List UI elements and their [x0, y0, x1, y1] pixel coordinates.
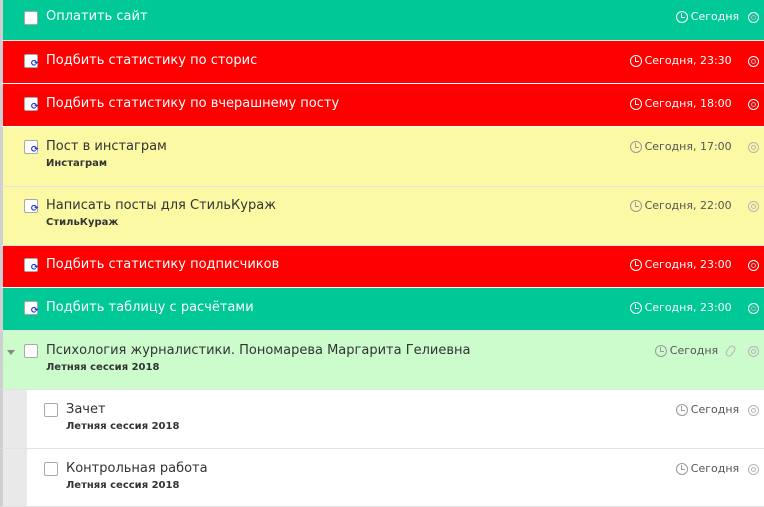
- task-title[interactable]: Подбить таблицу с расчётами: [46, 300, 254, 315]
- repeat-icon: ⟳: [31, 145, 39, 155]
- repeat-icon: ⟳: [31, 204, 39, 214]
- task-project: Летняя сессия 2018: [66, 480, 180, 491]
- task-list: Оплатить сайт Сегодня ⟳ Подбить статисти…: [0, 0, 764, 507]
- due-date[interactable]: Сегодня: [691, 10, 739, 23]
- task-project: Летняя сессия 2018: [46, 362, 160, 373]
- clock-icon: [629, 302, 642, 314]
- task-project: Летняя сессия 2018: [66, 421, 180, 432]
- due-date[interactable]: Сегодня, 18:00: [645, 97, 732, 110]
- target-icon[interactable]: [748, 201, 759, 212]
- repeat-icon: ⟳: [31, 263, 39, 273]
- due-date[interactable]: Сегодня: [691, 462, 739, 475]
- task-row[interactable]: Психология журналистики. Пономарева Марг…: [0, 331, 764, 390]
- checkbox-icon[interactable]: [44, 403, 58, 417]
- checkbox-icon[interactable]: [24, 344, 38, 358]
- task-title[interactable]: Подбить статистику по вчерашнему посту: [46, 96, 339, 111]
- task-project: СтильКураж: [46, 217, 119, 228]
- clock-icon: [654, 345, 667, 357]
- task-title[interactable]: Оплатить сайт: [46, 9, 148, 24]
- task-row[interactable]: ⟳ Пост в инстаграм Инстаграм Сегодня, 17…: [0, 127, 764, 187]
- task-title[interactable]: Подбить статистику по сторис: [46, 53, 257, 68]
- task-row[interactable]: ⟳ Подбить статистику подписчиков Сегодня…: [0, 246, 764, 288]
- repeat-icon: ⟳: [31, 306, 39, 316]
- repeat-icon: ⟳: [31, 102, 39, 112]
- task-row[interactable]: Зачет Летняя сессия 2018 Сегодня: [0, 390, 764, 449]
- target-icon[interactable]: [748, 260, 759, 271]
- task-row[interactable]: Контрольная работа Летняя сессия 2018 Се…: [0, 449, 764, 507]
- target-icon[interactable]: [748, 464, 759, 475]
- target-icon[interactable]: [748, 12, 759, 23]
- due-date[interactable]: Сегодня, 17:00: [645, 140, 732, 153]
- paperclip-icon[interactable]: [724, 344, 737, 358]
- checkbox-icon[interactable]: [44, 462, 58, 476]
- due-date[interactable]: Сегодня, 23:30: [645, 54, 732, 67]
- task-title[interactable]: Контрольная работа: [66, 461, 208, 476]
- target-icon[interactable]: [748, 142, 759, 153]
- due-date[interactable]: Сегодня: [691, 403, 739, 416]
- target-icon[interactable]: [748, 346, 759, 357]
- clock-icon: [675, 404, 688, 416]
- subtask-gutter: [3, 449, 27, 506]
- subtask-gutter: [3, 390, 27, 448]
- target-icon[interactable]: [748, 99, 759, 110]
- expand-arrow-icon[interactable]: [7, 350, 15, 355]
- clock-icon: [629, 55, 642, 67]
- target-icon[interactable]: [748, 303, 759, 314]
- task-row[interactable]: ⟳ Подбить таблицу с расчётами Сегодня, 2…: [0, 288, 764, 331]
- task-row[interactable]: ⟳ Написать посты для СтильКураж СтильКур…: [0, 187, 764, 246]
- clock-icon: [675, 11, 688, 23]
- task-row[interactable]: ⟳ Подбить статистику по вчерашнему посту…: [0, 84, 764, 127]
- checkbox-icon[interactable]: [24, 11, 38, 25]
- due-date[interactable]: Сегодня, 22:00: [645, 199, 732, 212]
- task-title[interactable]: Зачет: [66, 402, 106, 417]
- target-icon[interactable]: [748, 405, 759, 416]
- task-title[interactable]: Написать посты для СтильКураж: [46, 198, 276, 213]
- target-icon[interactable]: [748, 56, 759, 67]
- task-title[interactable]: Психология журналистики. Пономарева Марг…: [46, 343, 471, 358]
- clock-icon: [629, 98, 642, 110]
- task-row[interactable]: Оплатить сайт Сегодня: [0, 0, 764, 41]
- clock-icon: [629, 259, 642, 271]
- due-date[interactable]: Сегодня, 23:00: [645, 258, 732, 271]
- due-date[interactable]: Сегодня: [670, 344, 718, 357]
- task-title[interactable]: Пост в инстаграм: [46, 139, 167, 154]
- due-date[interactable]: Сегодня, 23:00: [645, 301, 732, 314]
- task-row[interactable]: ⟳ Подбить статистику по сторис Сегодня, …: [0, 41, 764, 84]
- clock-icon: [629, 200, 642, 212]
- clock-icon: [629, 141, 642, 153]
- clock-icon: [675, 463, 688, 475]
- task-project: Инстаграм: [46, 158, 108, 169]
- task-title[interactable]: Подбить статистику подписчиков: [46, 257, 279, 272]
- repeat-icon: ⟳: [31, 59, 39, 69]
